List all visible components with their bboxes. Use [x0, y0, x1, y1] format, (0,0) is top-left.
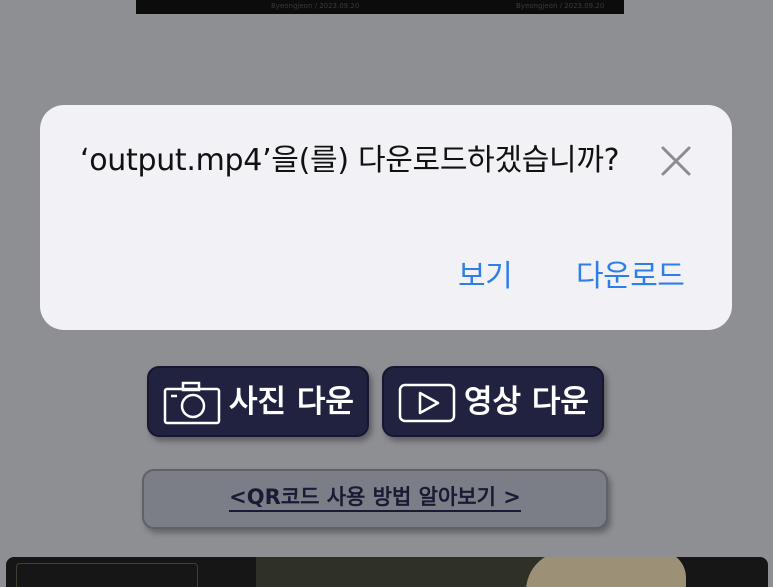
frame-shadow — [256, 557, 556, 587]
download-alert-dialog: ‘output.mp4’을(를) 다운로드하겠습니까? 보기 다운로드 — [40, 105, 732, 330]
play-icon — [398, 381, 456, 433]
dialog-message: ‘output.mp4’을(를) 다운로드하겠습니까? — [80, 143, 620, 178]
video-download-button[interactable]: 영상 다운 — [382, 366, 604, 437]
frame-ornament — [16, 563, 198, 587]
qr-guide-button[interactable]: <QR코드 사용 방법 알아보기 > — [142, 469, 608, 529]
photo-download-button[interactable]: 사진 다운 — [147, 366, 369, 437]
photo-download-label: 사진 다운 — [229, 384, 354, 420]
view-button[interactable]: 보기 — [458, 257, 513, 297]
top-image-strip: Byeongjeon / 2023.09.20 Byeongjeon / 202… — [136, 0, 624, 14]
strip-caption-left: Byeongjeon / 2023.09.20 — [271, 2, 360, 10]
camera-icon — [163, 381, 221, 433]
video-download-label: 영상 다운 — [464, 384, 589, 420]
close-icon[interactable] — [660, 145, 692, 177]
bottom-image-frame — [6, 557, 768, 587]
qr-guide-label: <QR코드 사용 방법 알아보기 > — [229, 484, 521, 512]
strip-caption-right: Byeongjeon / 2023.09.20 — [516, 2, 605, 10]
download-button[interactable]: 다운로드 — [576, 257, 685, 297]
frame-character-hair — [526, 557, 686, 587]
